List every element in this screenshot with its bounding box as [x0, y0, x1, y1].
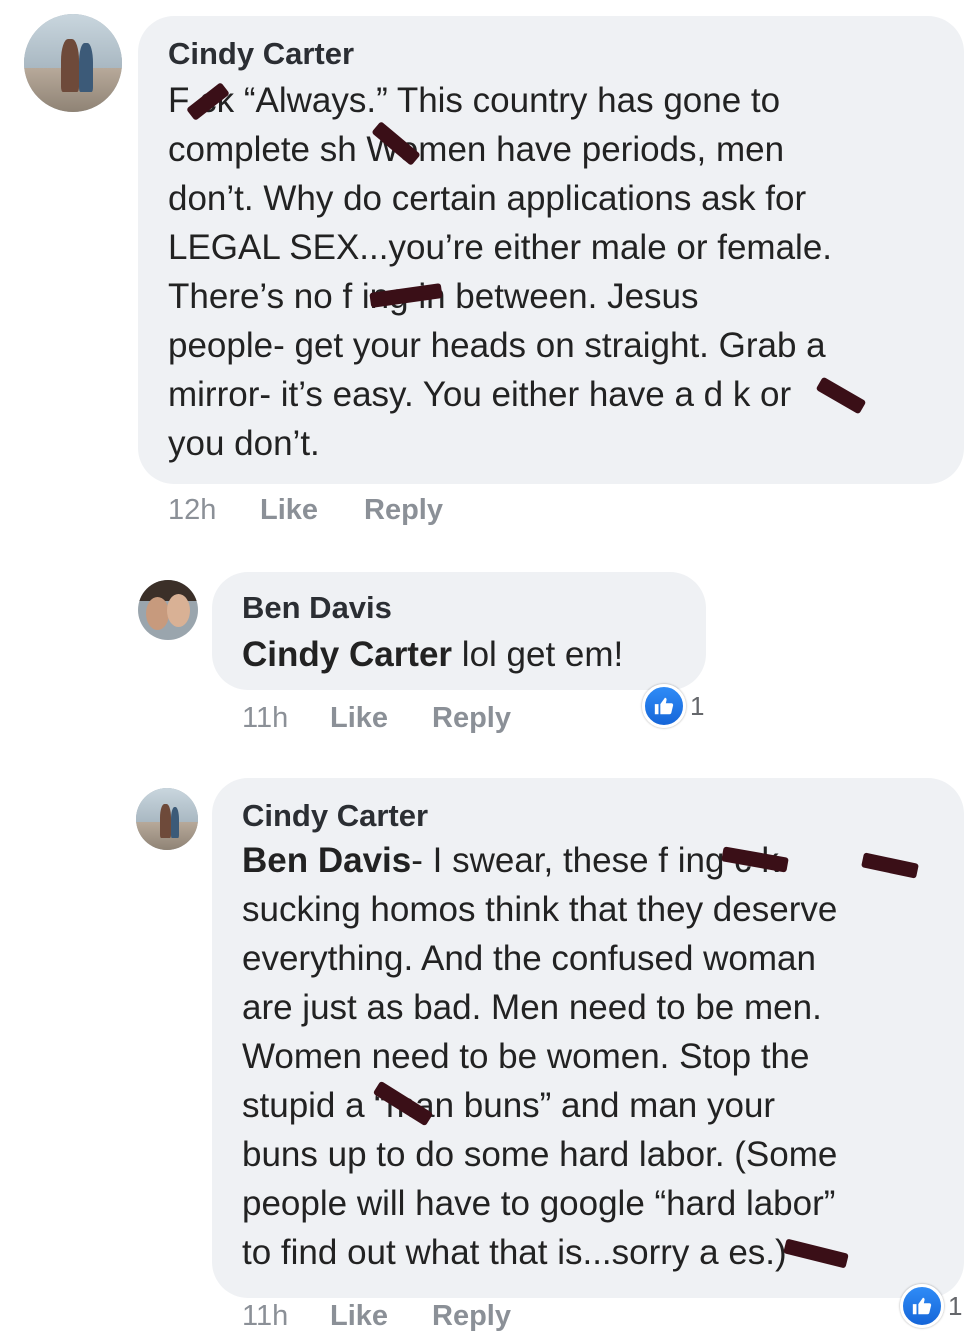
- comment-line: mirror- it’s easy. You either have a d k…: [168, 375, 792, 414]
- like-button[interactable]: Like: [330, 1300, 388, 1333]
- comment-text: Ben Davis- I swear, these f ing c k suck…: [242, 836, 837, 1277]
- comment-timestamp[interactable]: 11h: [242, 1300, 288, 1333]
- comment-line: people will have to google “hard labor”: [242, 1184, 836, 1223]
- comment-line: you don’t.: [168, 424, 320, 463]
- comment-author[interactable]: Ben Davis: [242, 590, 392, 626]
- comment-line: are just as bad. Men need to be men.: [242, 988, 822, 1027]
- comment-line: don’t. Why do certain applications ask f…: [168, 179, 807, 218]
- reaction-badge[interactable]: 1: [900, 1284, 962, 1328]
- comment-timestamp[interactable]: 11h: [242, 702, 288, 735]
- reaction-count: 1: [948, 1290, 963, 1321]
- comment-text-body: lol get em!: [452, 635, 624, 674]
- like-button[interactable]: Like: [330, 702, 388, 735]
- reply-button[interactable]: Reply: [432, 702, 511, 735]
- avatar[interactable]: [24, 14, 122, 112]
- comment-line: people- get your heads on straight. Grab…: [168, 326, 826, 365]
- comment-line: sucking homos think that they deserve: [242, 890, 838, 929]
- mention-link[interactable]: Ben Davis: [242, 841, 411, 880]
- comment-author[interactable]: Cindy Carter: [242, 798, 428, 834]
- like-button[interactable]: Like: [260, 494, 318, 527]
- comment-author[interactable]: Cindy Carter: [168, 36, 354, 72]
- reply-button[interactable]: Reply: [364, 494, 443, 527]
- thumbs-up-icon: [642, 684, 686, 728]
- comment-line: complete sh Women have periods, men: [168, 130, 785, 169]
- avatar[interactable]: [138, 580, 198, 640]
- comment-line: buns up to do some hard labor. (Some: [242, 1135, 838, 1174]
- comment-text: Cindy Carter lol get em!: [242, 630, 623, 679]
- comment-line: stupid a “man buns” and man your: [242, 1086, 776, 1125]
- comment-line: LEGAL SEX...you’re either male or female…: [168, 228, 833, 267]
- comment-line: There’s no f ing in between. Jesus: [168, 277, 699, 316]
- comment-line: to find out what that is...sorry a es.): [242, 1233, 787, 1272]
- comment-line: Women need to be women. Stop the: [242, 1037, 810, 1076]
- avatar[interactable]: [136, 788, 198, 850]
- comment-line: F ck “Always.” This country has gone to: [168, 81, 781, 120]
- reaction-count: 1: [690, 690, 705, 721]
- comment-line: everything. And the confused woman: [242, 939, 816, 978]
- mention-link[interactable]: Cindy Carter: [242, 635, 452, 674]
- reaction-badge[interactable]: 1: [642, 684, 704, 728]
- comment-timestamp[interactable]: 12h: [168, 494, 216, 527]
- reply-button[interactable]: Reply: [432, 1300, 511, 1333]
- comment-text: F ck “Always.” This country has gone to …: [168, 76, 832, 468]
- thumbs-up-icon: [900, 1284, 944, 1328]
